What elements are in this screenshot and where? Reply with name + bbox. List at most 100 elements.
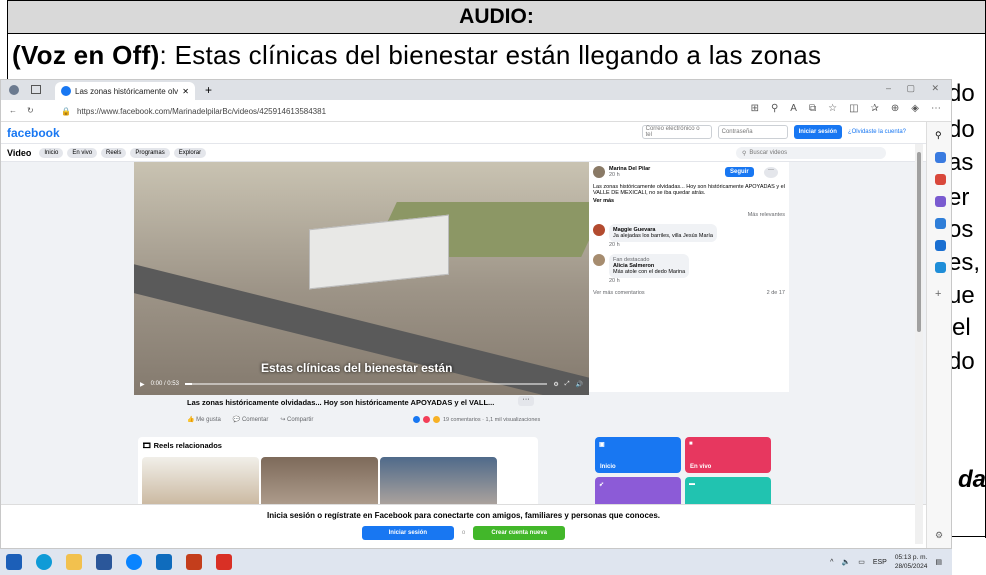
banner-login-button[interactable]: Iniciar sesión xyxy=(361,526,454,540)
avatar[interactable] xyxy=(593,224,605,236)
microsoft365-icon[interactable] xyxy=(935,218,946,229)
search-icon[interactable]: ⚲ xyxy=(935,130,946,141)
video-more-button[interactable]: ··· xyxy=(518,396,534,406)
video-player[interactable]: Estas clínicas del bienestar están ▶ 0:0… xyxy=(134,162,589,395)
nav-item-en-vivo[interactable]: En vivo xyxy=(67,147,98,158)
reels-heading: 🎞 Reels relacionados xyxy=(142,441,534,450)
close-window-icon[interactable]: ✕ xyxy=(931,83,939,94)
see-more-link[interactable]: Ver más xyxy=(593,198,785,204)
email-field[interactable]: Correo electrónico o tel xyxy=(641,125,712,139)
scrollbar[interactable] xyxy=(915,144,923,544)
file-explorer-icon[interactable] xyxy=(66,554,82,570)
start-icon[interactable] xyxy=(6,554,22,570)
read-aloud-icon[interactable]: A xyxy=(790,103,797,114)
browser-tab[interactable]: Las zonas históricamente olvidada ✕ xyxy=(55,82,195,100)
notifications-icon[interactable]: ▤ xyxy=(935,558,942,566)
avatar[interactable] xyxy=(593,166,605,178)
fullscreen-icon[interactable]: ⤢ xyxy=(565,381,570,388)
forgot-account-link[interactable]: ¿Olvidaste la cuenta? xyxy=(848,129,906,135)
like-icon: 👍 xyxy=(187,417,197,423)
close-tab-icon[interactable]: ✕ xyxy=(182,87,189,96)
video-caption: Estas clínicas del bienestar están xyxy=(261,361,453,375)
list-item: Maggie Guevara Ja alejadas los barriles, … xyxy=(593,224,785,248)
url-text: https://www.facebook.com/MarinadelpilarB… xyxy=(76,106,327,116)
create-account-button[interactable]: Crear cuenta nueva xyxy=(473,526,566,540)
nav-item-reels[interactable]: Reels xyxy=(101,147,127,158)
lock-icon: 🔒 xyxy=(61,106,71,116)
more-comments-link[interactable]: Ver más comentarios xyxy=(593,290,645,296)
tab-actions-icon[interactable] xyxy=(31,85,41,94)
volume-icon[interactable]: 🔈 xyxy=(841,558,850,566)
drop-icon[interactable] xyxy=(935,262,946,273)
split-screen-icon[interactable]: ◫ xyxy=(849,103,858,114)
comment-time: 20 h xyxy=(609,278,620,284)
profile-icon[interactable] xyxy=(9,85,19,95)
new-tab-icon[interactable]: + xyxy=(205,83,212,97)
progress-bar[interactable] xyxy=(184,383,548,385)
outlook-icon[interactable] xyxy=(935,240,946,251)
favorite-icon[interactable]: ☆ xyxy=(828,103,837,114)
comment-text: Ja alejadas los barriles, villa Jesús Ma… xyxy=(613,233,713,239)
tile-inicio[interactable]: ▣ Inicio xyxy=(595,437,681,473)
edge-sidebar: ⚲ + ⚙ xyxy=(926,122,951,548)
url-field[interactable]: 🔒 https://www.facebook.com/Marinadelpilar… xyxy=(61,103,661,119)
word-icon[interactable] xyxy=(96,554,112,570)
chrome-icon[interactable] xyxy=(126,554,142,570)
collections-icon[interactable]: ⊕ xyxy=(891,103,899,114)
zoom-icon[interactable]: ⚲ xyxy=(771,103,778,114)
maximize-icon[interactable]: ▢ xyxy=(906,83,915,94)
network-icon[interactable]: ▭ xyxy=(858,558,865,566)
games-icon[interactable] xyxy=(935,196,946,207)
doc-fragment: do xyxy=(948,80,975,107)
banner-buttons: Iniciar sesión o Crear cuenta nueva xyxy=(1,526,926,540)
login-button[interactable]: Iniciar sesión xyxy=(793,125,842,139)
settings-icon[interactable]: ⚙ xyxy=(935,530,946,541)
refresh-icon[interactable]: ↻ xyxy=(27,106,34,115)
language-indicator[interactable]: ESP xyxy=(873,559,887,566)
post-stats[interactable]: 19 comentarios · 1,1 mil visualizaciones xyxy=(413,416,540,423)
shopping-icon[interactable] xyxy=(935,152,946,163)
avatar[interactable] xyxy=(593,254,605,266)
nav-item-programas[interactable]: Programas xyxy=(130,147,170,158)
chevron-up-icon[interactable]: ^ xyxy=(830,559,833,566)
powerpoint-icon[interactable] xyxy=(186,554,202,570)
tile-en-vivo[interactable]: ■ En vivo xyxy=(685,437,771,473)
copilot-icon[interactable]: ◈ xyxy=(911,103,919,114)
comment-button[interactable]: 💬 Comentar xyxy=(233,416,268,423)
nav-item-explorar[interactable]: Explorar xyxy=(173,147,207,158)
settings-icon[interactable]: ⚙ xyxy=(553,381,558,388)
outlook-icon[interactable] xyxy=(156,554,172,570)
comment-count: 2 de 17 xyxy=(766,290,785,296)
banner-or: o xyxy=(461,530,466,536)
add-icon[interactable]: + xyxy=(935,288,946,300)
voiceover-line: (Voz en Off): Estas clínicas del bienest… xyxy=(12,40,821,71)
extensions-icon[interactable]: ⧉ xyxy=(809,103,816,114)
doc-fragment: do xyxy=(948,348,975,375)
acrobat-icon[interactable] xyxy=(216,554,232,570)
comment-bubble: Maggie Guevara Ja alejadas los barriles, … xyxy=(609,224,717,242)
nav-item-inicio[interactable]: Inicio xyxy=(39,147,64,158)
minimize-icon[interactable]: – xyxy=(886,83,891,93)
share-button[interactable]: ↪ Compartir xyxy=(280,416,313,423)
password-field[interactable]: Contraseña xyxy=(717,125,788,139)
back-icon[interactable]: ← xyxy=(9,106,17,115)
saved-icon: ▬ xyxy=(689,481,695,487)
favorites-icon[interactable]: ✰ xyxy=(871,103,879,114)
facebook-logo[interactable]: facebook xyxy=(7,126,60,140)
scroll-thumb[interactable] xyxy=(917,152,921,332)
address-toolbar: ⊞ ⚲ A ⧉ ☆ ◫ ✰ ⊕ ◈ ⋯ xyxy=(751,103,941,114)
apps-icon[interactable]: ⊞ xyxy=(751,103,759,114)
reels-tile-icon: ➶ xyxy=(599,482,605,488)
sort-comments[interactable]: Más relevantes xyxy=(593,212,785,218)
volume-icon[interactable]: 🔊 xyxy=(576,381,583,388)
like-button[interactable]: 👍 Me gusta xyxy=(187,416,221,423)
edge-icon[interactable] xyxy=(36,554,52,570)
tools-icon[interactable] xyxy=(935,174,946,185)
post-options-button[interactable]: ··· xyxy=(764,167,778,178)
follow-button[interactable]: Seguir xyxy=(725,167,754,177)
list-item: Fan destacado Alicia Salmeron Más atole co… xyxy=(593,254,785,284)
more-icon[interactable]: ⋯ xyxy=(931,103,941,114)
clock[interactable]: 05:13 p. m. 28/05/2024 xyxy=(895,553,928,571)
video-search-input[interactable]: ⚲ Buscar videos xyxy=(736,147,886,159)
play-icon[interactable]: ▶ xyxy=(140,381,145,388)
